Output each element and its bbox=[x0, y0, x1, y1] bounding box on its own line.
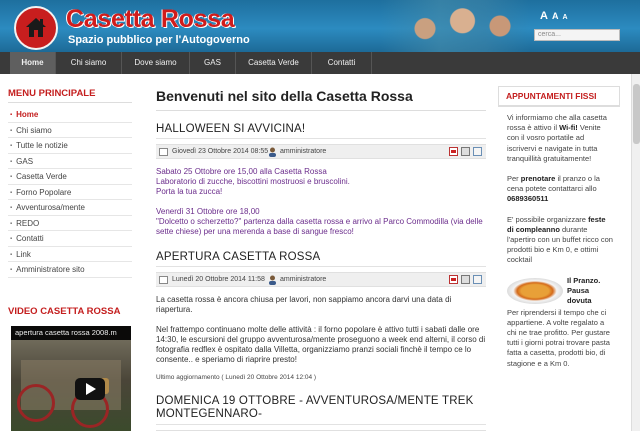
menu-item-contatti[interactable]: Contatti bbox=[8, 231, 132, 247]
print-icon[interactable] bbox=[461, 275, 470, 284]
article-paragraph: Venerdì 31 Ottobre ore 18,00 "Dolcetto o… bbox=[156, 207, 483, 236]
font-size-decrease[interactable]: A bbox=[562, 14, 567, 21]
video-caption: apertura casetta rossa 2008.m bbox=[11, 326, 131, 340]
article-tools bbox=[446, 275, 482, 284]
font-size-controls: AAA bbox=[540, 10, 572, 22]
pdf-icon[interactable] bbox=[449, 275, 458, 284]
search-input[interactable]: cerca... bbox=[534, 29, 620, 41]
pdf-icon[interactable] bbox=[449, 147, 458, 156]
appointments-title: APPUNTAMENTI FISSI bbox=[498, 86, 620, 107]
article-author: amministratore bbox=[280, 276, 327, 283]
page-title: Benvenuti nel sito della Casetta Rossa bbox=[156, 88, 486, 111]
site-header: Casetta Rossa Spazio pubblico per l'Auto… bbox=[0, 0, 640, 52]
menu-item-home[interactable]: Home bbox=[8, 107, 132, 123]
play-icon[interactable] bbox=[75, 378, 105, 400]
menu-item-avventurosa-mente[interactable]: Avventurosa/mente bbox=[8, 200, 132, 216]
menu-item-chi-siamo[interactable]: Chi siamo bbox=[8, 123, 132, 138]
site-subtitle: Spazio pubblico per l'Autogoverno bbox=[68, 34, 250, 46]
font-size-increase[interactable]: A bbox=[540, 10, 548, 22]
article-meta: Giovedì 23 Ottobre 2014 08:55 amministra… bbox=[156, 144, 486, 159]
menu-item-tutte-le-notizie[interactable]: Tutte le notizie bbox=[8, 138, 132, 154]
page-scrollbar[interactable] bbox=[631, 74, 640, 431]
right-sidebar: APPUNTAMENTI FISSI Vi informiamo che all… bbox=[498, 86, 620, 379]
nav-gas[interactable]: GAS bbox=[190, 52, 236, 74]
appointments-content: Vi informiamo che alla casetta rossa è a… bbox=[498, 107, 620, 369]
font-size-default[interactable]: A bbox=[552, 11, 559, 21]
article-date: Giovedì 23 Ottobre 2014 08:55 bbox=[172, 148, 269, 155]
nav-contatti[interactable]: Contatti bbox=[312, 52, 372, 74]
lunch-promo: Il Pranzo. Pausa dovuta bbox=[507, 276, 613, 306]
menu-item-link[interactable]: Link bbox=[8, 247, 132, 262]
birthday-notice: E' possibile organizzare feste di comple… bbox=[507, 214, 613, 265]
nav-casetta-verde[interactable]: Casetta Verde bbox=[236, 52, 312, 74]
article-paragraph: Nel frattempo continuano molte delle att… bbox=[156, 325, 486, 364]
video-thumbnail bbox=[11, 340, 131, 431]
last-updated: Ultimo aggiornamento ( Lunedì 20 Ottobre… bbox=[156, 374, 317, 381]
left-sidebar: MENU PRINCIPALE Home Chi siamo Tutte le … bbox=[8, 88, 132, 278]
menu-item-casetta-verde[interactable]: Casetta Verde bbox=[8, 169, 132, 185]
article-title[interactable]: HALLOWEEN SI AVVICINA! bbox=[156, 123, 486, 139]
article-body: La casetta rossa è ancora chiusa per lav… bbox=[156, 295, 486, 383]
article-tools bbox=[446, 147, 482, 156]
video-player[interactable]: apertura casetta rossa 2008.m bbox=[11, 326, 131, 431]
site-title[interactable]: Casetta Rossa bbox=[66, 5, 235, 34]
video-section-title: VIDEO CASETTA ROSSA bbox=[8, 306, 121, 317]
main-nav: Home Chi siamo Dove siamo GAS Casetta Ve… bbox=[0, 52, 640, 74]
pasta-image bbox=[507, 277, 563, 304]
print-icon[interactable] bbox=[461, 147, 470, 156]
header-photo bbox=[380, 0, 530, 52]
nav-dove-siamo[interactable]: Dove siamo bbox=[122, 52, 190, 74]
article-paragraph: La casetta rossa è ancora chiusa per lav… bbox=[156, 295, 452, 314]
article-author: amministratore bbox=[280, 148, 327, 155]
article-title[interactable]: DOMENICA 19 OTTOBRE - AVVENTUROSA/MENTE … bbox=[156, 395, 486, 425]
nav-chi-siamo[interactable]: Chi siamo bbox=[56, 52, 122, 74]
menu-item-amministratore[interactable]: Amministratore sito bbox=[8, 262, 132, 278]
article: DOMENICA 19 OTTOBRE - AVVENTUROSA/MENTE … bbox=[156, 395, 486, 431]
article: APERTURA CASETTA ROSSA Lunedì 20 Ottobre… bbox=[156, 251, 486, 383]
menu-item-gas[interactable]: GAS bbox=[8, 154, 132, 169]
menu-item-redo[interactable]: REDO bbox=[8, 216, 132, 231]
article: HALLOWEEN SI AVVICINA! Giovedì 23 Ottobr… bbox=[156, 123, 486, 237]
article-date: Lunedì 20 Ottobre 2014 11:58 bbox=[172, 276, 265, 283]
user-icon bbox=[269, 275, 276, 285]
menu-item-forno-popolare[interactable]: Forno Popolare bbox=[8, 185, 132, 200]
calendar-icon bbox=[159, 276, 168, 284]
lunch-text: Per riprendersi il tempo che ci appartie… bbox=[507, 307, 610, 368]
email-icon[interactable] bbox=[473, 275, 482, 284]
main-content: Benvenuti nel sito della Casetta Rossa H… bbox=[156, 88, 486, 431]
wifi-notice: Vi informiamo che alla casetta rossa è a… bbox=[507, 113, 607, 163]
email-icon[interactable] bbox=[473, 147, 482, 156]
user-icon bbox=[269, 147, 276, 157]
article-paragraph: Sabato 25 Ottobre ore 15,00 alla Casetta… bbox=[156, 167, 350, 196]
main-menu: Home Chi siamo Tutte le notizie GAS Case… bbox=[8, 107, 132, 278]
nav-home[interactable]: Home bbox=[10, 52, 56, 74]
scrollbar-thumb[interactable] bbox=[633, 84, 640, 144]
booking-notice: Per prenotare il pranzo o la cena potete… bbox=[507, 174, 600, 204]
article-body: Sabato 25 Ottobre ore 15,00 alla Casetta… bbox=[156, 167, 486, 237]
phone-number: 0689360511 bbox=[507, 194, 549, 204]
lunch-title: Il Pranzo. Pausa dovuta bbox=[567, 275, 601, 305]
article-title[interactable]: APERTURA CASETTA ROSSA bbox=[156, 251, 486, 267]
calendar-icon bbox=[159, 148, 168, 156]
house-logo-icon bbox=[26, 18, 46, 37]
article-meta: Lunedì 20 Ottobre 2014 11:58 amministrat… bbox=[156, 272, 486, 287]
menu-title: MENU PRINCIPALE bbox=[8, 88, 132, 103]
